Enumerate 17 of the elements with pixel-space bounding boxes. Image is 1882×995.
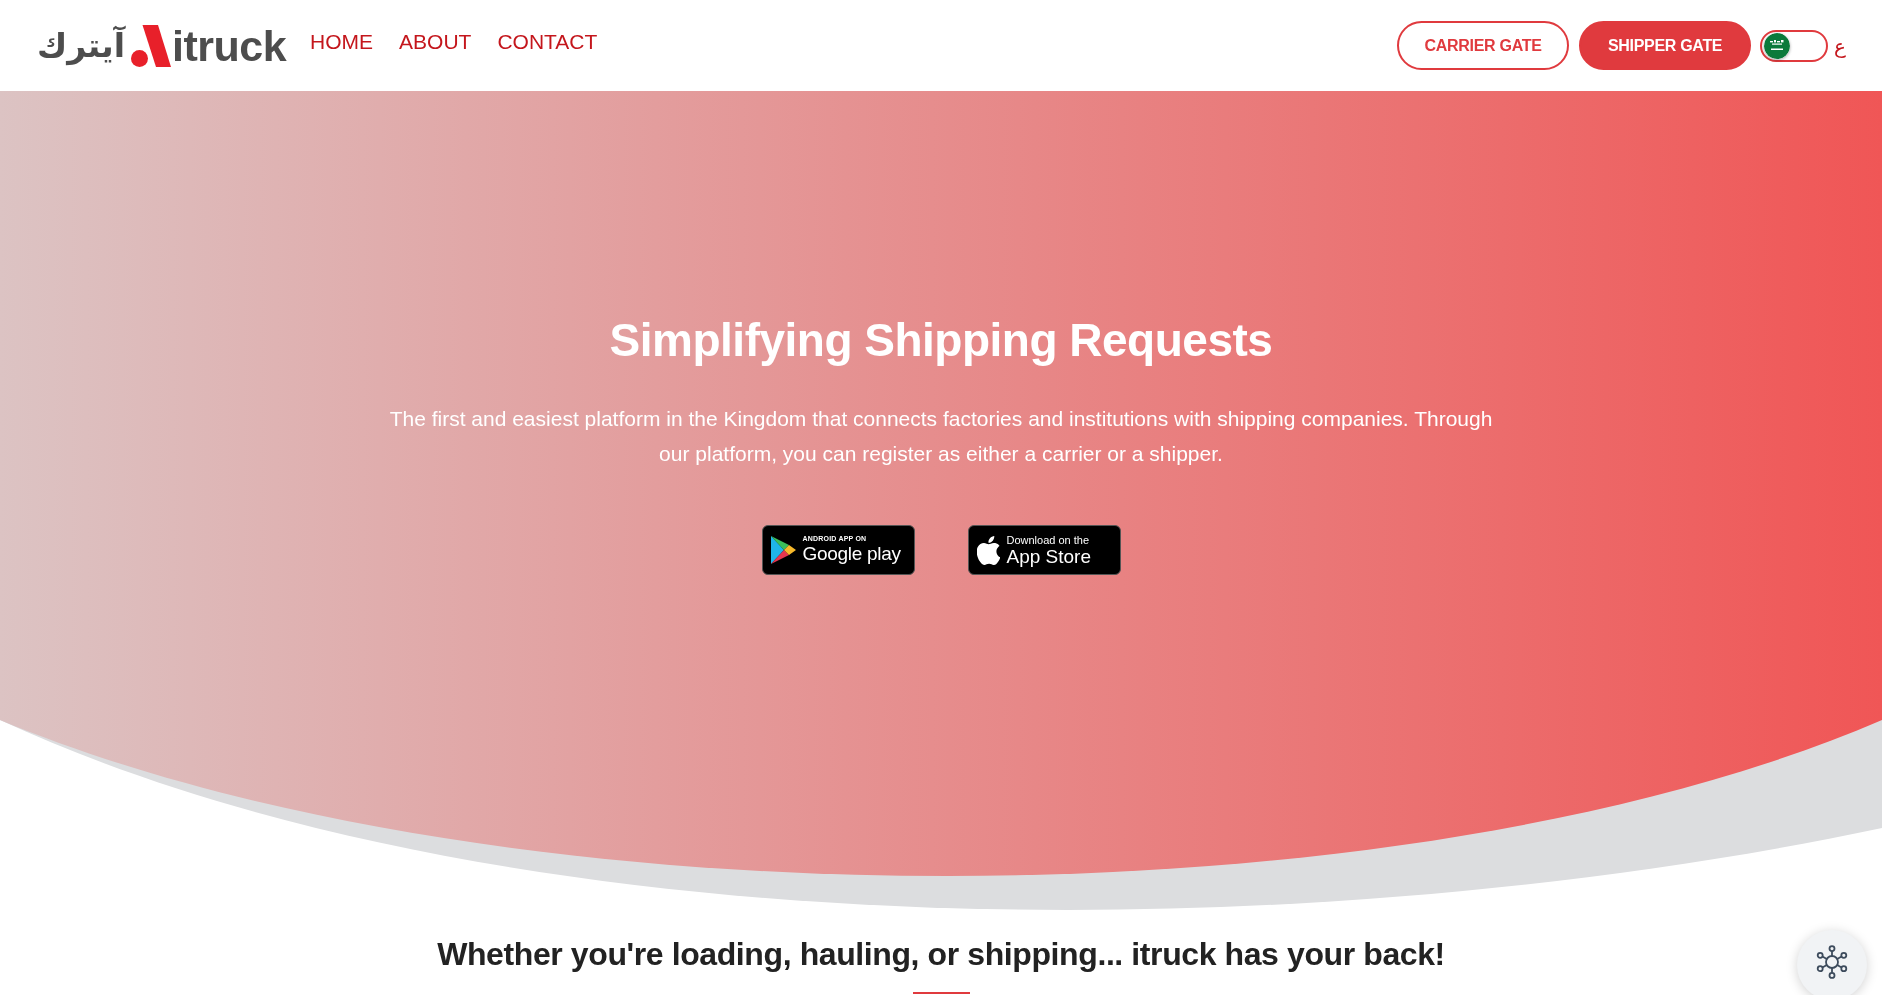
network-icon: [1815, 945, 1849, 979]
floating-button[interactable]: [1797, 930, 1867, 995]
language-label: ع: [1834, 32, 1846, 59]
apple-icon: [976, 535, 1000, 565]
nav-link[interactable]: CONTACT: [497, 28, 598, 55]
logo-mark-icon: [130, 24, 171, 67]
carrier-gate-button[interactable]: CARRIER GATE: [1397, 21, 1570, 70]
shipper-gate-button[interactable]: SHIPPER GATE: [1579, 21, 1752, 70]
play-triangle-icon: [770, 536, 796, 564]
nav-link[interactable]: HOME: [310, 28, 374, 55]
hero-title: Simplifying Shipping Requests: [609, 313, 1273, 367]
hero-description: The first and easiest platform in the Kingdom that connects factories and institutions with shipping companies. Through our platform, you can register as either a carrier or a shipper.: [388, 406, 1494, 467]
language-toggle[interactable]: [1760, 29, 1829, 62]
app-store-badge[interactable]: Download on the App Store: [967, 525, 1121, 575]
nav-link[interactable]: ABOUT: [399, 28, 472, 55]
section-heading: Whether you're loading, hauling, or shipping... itruck has your back!: [437, 935, 1445, 974]
flag-icon: [1764, 32, 1791, 59]
